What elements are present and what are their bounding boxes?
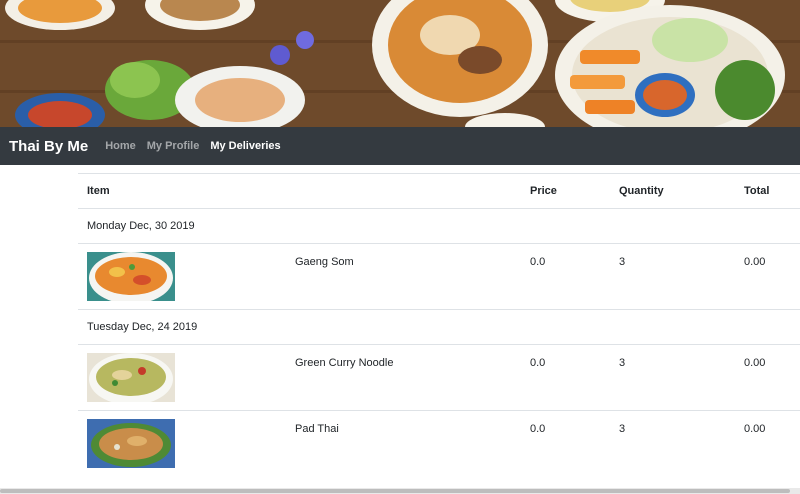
item-quantity: 3 [619,357,626,369]
pad-thai-image [87,419,175,468]
nav-my-deliveries-link[interactable]: My Deliveries [210,140,280,152]
item-name: Green Curry Noodle [295,357,394,369]
gaeng-som-image [87,252,175,301]
nav-my-profile-link[interactable]: My Profile [147,140,200,152]
table-row: Pad Thai 0.0 3 0.00 [78,410,800,476]
date-group-row: Monday Dec, 30 2019 [78,208,800,243]
header-price: Price [530,185,557,197]
delivery-date: Monday Dec, 30 2019 [87,220,195,232]
scrollbar-thumb[interactable] [0,489,790,493]
delivery-date: Tuesday Dec, 24 2019 [87,321,198,333]
item-name: Pad Thai [295,423,339,435]
header-total: Total [744,185,770,197]
table-row: Green Curry Noodle 0.0 3 0.00 [78,344,800,410]
item-price: 0.0 [530,423,546,435]
item-total: 0.00 [744,357,766,369]
item-price: 0.0 [530,256,546,268]
horizontal-scrollbar[interactable] [0,488,800,494]
header-quantity: Quantity [619,185,664,197]
table-header-row: Item Price Quantity Total [78,173,800,208]
item-total: 0.00 [744,256,766,268]
top-navbar: Thai By Me Home My Profile My Deliveries [0,127,800,165]
header-item: Item [87,185,110,197]
item-total: 0.00 [744,423,766,435]
date-group-row: Tuesday Dec, 24 2019 [78,309,800,344]
item-quantity: 3 [619,256,626,268]
green-curry-noodle-image [87,353,175,402]
nav-home-link[interactable]: Home [105,140,136,152]
item-name: Gaeng Som [295,256,354,268]
item-price: 0.0 [530,357,546,369]
deliveries-table: Item Price Quantity Total Monday Dec, 30… [78,173,800,476]
hero-banner-image [0,0,800,127]
item-quantity: 3 [619,423,626,435]
table-row: Gaeng Som 0.0 3 0.00 [78,243,800,309]
brand-link[interactable]: Thai By Me [9,138,88,155]
